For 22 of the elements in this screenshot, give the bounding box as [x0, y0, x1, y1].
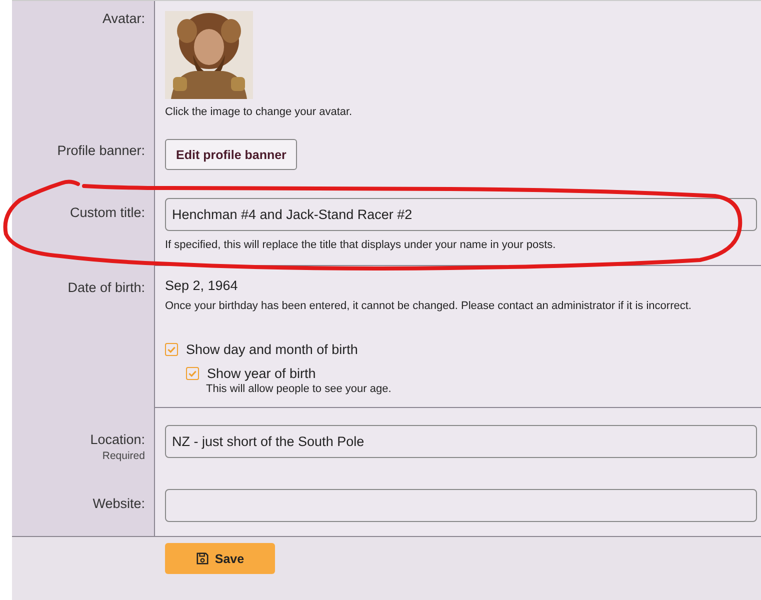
hint-text: This will allow people to see your age. — [206, 383, 392, 395]
checkbox[interactable] — [165, 343, 178, 356]
save-button[interactable]: Save — [165, 543, 275, 574]
checkbox-label[interactable]: Show day and month of birth — [186, 342, 358, 357]
field-label: Website: — [92, 496, 145, 511]
input-field[interactable]: Henchman #4 and Jack-Stand Racer #2 — [165, 198, 757, 231]
date-value: Sep 2, 1964 — [165, 278, 238, 293]
checkbox[interactable] — [186, 367, 199, 380]
field-label: Avatar: — [102, 11, 145, 26]
hint-text: If specified, this will replace the title that displays under your name in your posts. — [165, 239, 556, 251]
hint-text: Once your birthday has been entered, it cannot be changed. Please contact an administrator if it is incorrect. — [165, 300, 692, 312]
field-label: Date of birth: — [68, 280, 145, 295]
field-label: Profile banner: — [57, 143, 145, 158]
hint-text: Click the image to change your avatar. — [165, 106, 352, 118]
save-icon — [196, 552, 209, 565]
input-field[interactable]: NZ - just short of the South Pole — [165, 425, 757, 458]
field-label: Custom title: — [70, 205, 145, 220]
field-label: Location: — [90, 432, 145, 447]
edit-banner-button[interactable]: Edit profile banner — [165, 139, 298, 170]
required-note: Required — [102, 450, 145, 462]
input-field[interactable] — [165, 489, 757, 522]
checkbox-label[interactable]: Show year of birth — [207, 366, 316, 381]
